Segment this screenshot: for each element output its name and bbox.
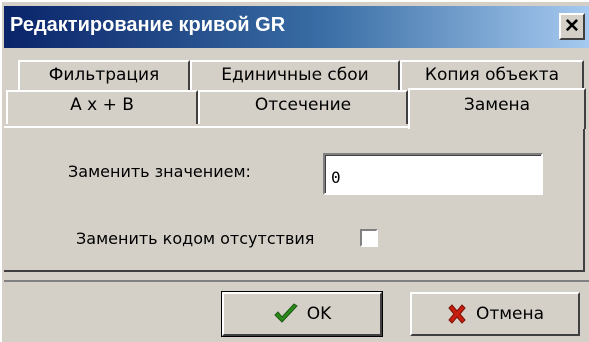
x-icon [448, 304, 466, 324]
cancel-button[interactable]: Отмена [410, 292, 580, 336]
tab-filtering[interactable]: Фильтрация [18, 60, 190, 93]
ok-button[interactable]: OK [221, 291, 383, 337]
tab-replace-label: Замена [463, 95, 531, 115]
tab-single-failures-label: Единичные сбои [221, 65, 369, 85]
replace-value-label: Заменить значением: [68, 162, 251, 181]
tab-axb[interactable]: A x + B [6, 90, 198, 124]
replace-missing-label: Заменить кодом отсутствия [76, 229, 315, 248]
tab-clipping-label: Отсечение [254, 95, 352, 115]
tab-clipping[interactable]: Отсечение [198, 90, 408, 124]
tab-replace[interactable]: Замена [408, 88, 586, 129]
tab-object-copy-label: Копия объекта [424, 65, 560, 85]
ok-button-label: OK [306, 304, 332, 324]
dialog-window: Редактирование кривой GR ✕ Фильтрация Ед… [0, 0, 589, 342]
cancel-button-label: Отмена [475, 304, 545, 324]
close-icon: ✕ [564, 16, 580, 37]
tab-single-failures[interactable]: Единичные сбои [190, 60, 400, 93]
window-title: Редактирование кривой GR [10, 14, 286, 36]
tab-axb-label: A x + B [70, 95, 134, 115]
replace-value-input[interactable] [323, 153, 543, 195]
title-bar[interactable]: Редактирование кривой GR ✕ [4, 6, 589, 48]
replace-missing-checkbox[interactable] [360, 229, 378, 247]
footer-divider [4, 280, 589, 282]
close-button[interactable]: ✕ [559, 13, 585, 40]
tab-panel-replace [4, 126, 585, 272]
check-icon [274, 303, 298, 323]
tab-filtering-label: Фильтрация [48, 65, 160, 85]
